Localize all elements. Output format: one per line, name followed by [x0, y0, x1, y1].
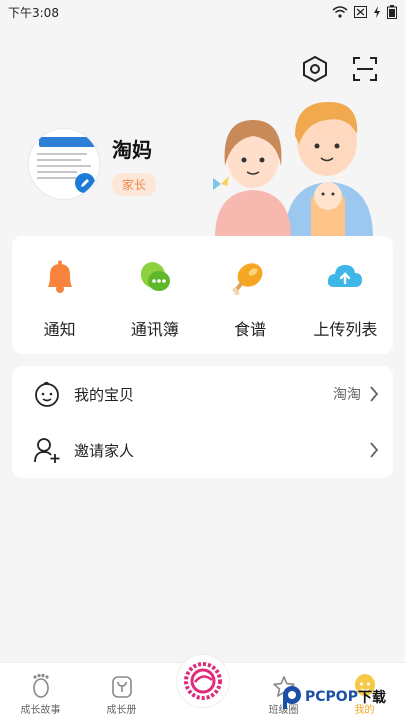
grid-item-contacts[interactable]: 通讯簿: [107, 236, 202, 354]
bell-icon: [47, 260, 72, 293]
settings-hex-icon: [303, 55, 327, 83]
watermark: PCPOP 下载: [280, 684, 386, 710]
grid-item-upload-list[interactable]: 上传列表: [298, 236, 393, 354]
chat-icon: [140, 262, 170, 291]
role-badge: 家长: [112, 173, 157, 196]
profile-section: 淘妈 家长: [28, 128, 157, 200]
status-time: 下午3:08: [8, 5, 59, 20]
list-item-value: 淘淘: [333, 387, 361, 403]
tab-growth-story[interactable]: 成长故事: [0, 663, 81, 720]
drumstick-icon: [232, 263, 263, 295]
footprint-icon: [32, 673, 49, 698]
wifi-icon: [332, 6, 348, 18]
list-item-invite-family[interactable]: 邀请家人: [12, 422, 393, 478]
header-actions: [301, 55, 379, 83]
family-illustration: [213, 102, 373, 238]
list-item-label: 邀请家人: [74, 441, 135, 460]
sprout-book-icon: [111, 676, 132, 698]
center-logo-icon: [184, 662, 222, 700]
pcpop-logo-icon: [283, 686, 301, 709]
center-action-button[interactable]: [176, 654, 230, 708]
tab-growth-book[interactable]: 成长册: [81, 663, 162, 720]
chevron-right-icon: [370, 442, 379, 458]
status-bar: 下午3:08: [0, 0, 405, 24]
charging-icon: [374, 6, 380, 18]
profile-name: 淘妈: [112, 138, 152, 162]
scan-icon: [353, 57, 377, 81]
add-user-icon: [34, 438, 60, 463]
grid-item-notice[interactable]: 通知: [12, 236, 107, 354]
grid-item-recipe[interactable]: 食谱: [203, 236, 298, 354]
baby-face-icon: [35, 381, 59, 407]
list-item-label: 我的宝贝: [74, 385, 135, 404]
status-icons: [332, 5, 397, 19]
list-item-my-baby[interactable]: 我的宝贝 淘淘: [12, 366, 393, 422]
sim-icon: [354, 6, 367, 18]
avatar[interactable]: [28, 128, 100, 200]
edit-avatar-icon[interactable]: [75, 173, 95, 193]
settings-button[interactable]: [301, 55, 329, 83]
chevron-right-icon: [370, 386, 379, 402]
scan-button[interactable]: [351, 55, 379, 83]
feature-grid: 通知 通讯簿 食谱 上传列表: [12, 236, 393, 354]
cloud-upload-icon: [328, 265, 363, 287]
battery-icon: [387, 5, 397, 19]
settings-list: 我的宝贝 淘淘 邀请家人: [12, 366, 393, 478]
